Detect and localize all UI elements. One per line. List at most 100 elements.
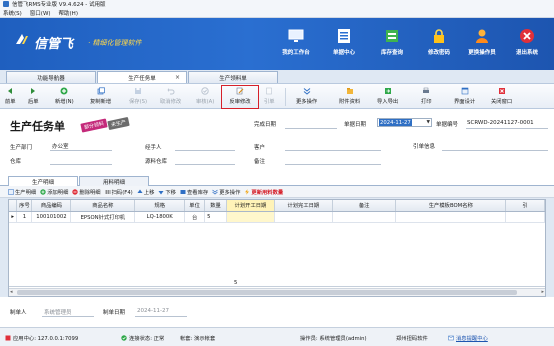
col-bom-name[interactable]: 生产模板BOM名称 bbox=[395, 200, 507, 212]
col-qty[interactable]: 数量 bbox=[204, 200, 228, 212]
print-button[interactable]: 打印 bbox=[421, 86, 432, 108]
col-plan-start[interactable]: 计划开工日期 bbox=[226, 200, 275, 212]
detail-grid[interactable]: 序号 商品编码 商品名称 规格 单位 数量 计划开工日期 计划完工日期 备注 生… bbox=[8, 199, 546, 297]
cell-name[interactable]: EPSON针式打印机 bbox=[70, 211, 136, 223]
workbench-button[interactable]: 我的工作台 bbox=[276, 22, 316, 66]
cell-spec[interactable]: LQ-1800K bbox=[134, 211, 186, 223]
tab-production-task[interactable]: 生产任务单 × bbox=[97, 71, 187, 83]
tab-material-detail[interactable]: 用料明细 bbox=[79, 176, 149, 186]
col-plan-finish[interactable]: 计划完工日期 bbox=[274, 200, 333, 212]
close-tab-icon[interactable]: × bbox=[175, 74, 180, 81]
ref-info-field[interactable] bbox=[442, 150, 548, 151]
doc-date-input[interactable]: 2024-11-27 ▼ bbox=[377, 118, 432, 127]
handler-field[interactable] bbox=[175, 150, 235, 151]
dept-field[interactable] bbox=[50, 150, 112, 151]
message-icon bbox=[448, 335, 454, 341]
production-detail-menu[interactable]: 生产明细 bbox=[8, 188, 36, 196]
scroll-left-icon[interactable]: ◂ bbox=[10, 289, 13, 295]
menubar: 系统(S) 窗口(W) 帮助(H) bbox=[0, 8, 554, 18]
scroll-right-icon[interactable]: ▸ bbox=[541, 289, 544, 295]
cell-bom-name[interactable] bbox=[395, 211, 507, 223]
prev-doc-button[interactable]: 前单 bbox=[5, 86, 16, 108]
source-warehouse-field[interactable] bbox=[175, 164, 235, 165]
cell-unit[interactable]: 台 bbox=[184, 211, 206, 223]
doc-no-field[interactable] bbox=[466, 128, 548, 129]
new-button[interactable]: 新增(N) bbox=[55, 86, 74, 108]
main-toolbar: 前单 后单 新增(N) 复制新增 保存(S) 取消修改 审核(A) 反审修改 引… bbox=[0, 83, 554, 109]
col-name[interactable]: 商品名称 bbox=[70, 200, 136, 212]
col-remark[interactable]: 备注 bbox=[332, 200, 397, 212]
detail-table: 序号 商品编码 商品名称 规格 单位 数量 计划开工日期 计划完工日期 备注 生… bbox=[9, 200, 545, 223]
app-icon bbox=[3, 1, 9, 7]
doc-date-value: 2024-11-27 bbox=[379, 119, 412, 126]
copy-icon bbox=[97, 87, 105, 95]
document-form: 生产任务单 部分领料 未生产 完成日期 单据日期 2024-11-27 ▼ 单据… bbox=[0, 109, 554, 174]
table-row[interactable]: ▸ 1 100101002 EPSON针式打印机 LQ-1800K 台 5 bbox=[9, 211, 545, 223]
remark-field[interactable] bbox=[285, 164, 381, 165]
col-ref[interactable]: 引 bbox=[505, 200, 545, 212]
close-window-button[interactable]: 关闭窗口 bbox=[491, 86, 512, 108]
move-down-button[interactable]: 下移 bbox=[158, 188, 176, 196]
lightning-icon bbox=[245, 188, 250, 195]
status-account: 帐套: 演示帐套 bbox=[180, 336, 216, 342]
move-up-icon bbox=[137, 189, 143, 193]
col-spec[interactable]: 规格 bbox=[134, 200, 186, 212]
stock-query-button[interactable]: 库存查询 bbox=[372, 22, 412, 66]
chevron-down-icon[interactable]: ▼ bbox=[427, 120, 430, 125]
unaudit-edit-button[interactable]: 反审修改 bbox=[221, 85, 259, 109]
audit-button[interactable]: 审核(A) bbox=[196, 86, 214, 108]
doc-center-button[interactable]: 单据中心 bbox=[324, 22, 364, 66]
save-button[interactable]: 保存(S) bbox=[129, 86, 147, 108]
customer-field[interactable] bbox=[285, 150, 381, 151]
add-row-icon bbox=[40, 188, 46, 195]
cell-ref[interactable] bbox=[505, 211, 545, 223]
ui-design-button[interactable]: 界面设计 bbox=[454, 86, 475, 108]
cell-code[interactable]: 100101002 bbox=[31, 211, 72, 223]
move-up-button[interactable]: 上移 bbox=[137, 188, 154, 196]
col-seq[interactable]: 序号 bbox=[16, 200, 33, 212]
next-doc-button[interactable]: 后单 bbox=[28, 86, 39, 108]
add-row-button[interactable]: 添加明细 bbox=[40, 188, 68, 196]
change-password-button[interactable]: 修改密码 bbox=[419, 22, 459, 66]
total-qty: 5 bbox=[234, 280, 238, 286]
page-title: 生产任务单 bbox=[10, 120, 65, 133]
edit-icon bbox=[236, 87, 244, 95]
tab-nav[interactable]: 功能导航器 bbox=[6, 71, 96, 83]
complete-date-field[interactable] bbox=[285, 128, 337, 129]
horizontal-scrollbar[interactable]: ◂ ▸ bbox=[9, 288, 545, 296]
doc-no-value: SCRWD-20241127-0001 bbox=[467, 120, 534, 126]
cell-plan-start[interactable] bbox=[226, 211, 275, 223]
col-code[interactable]: 商品编码 bbox=[31, 200, 72, 212]
col-unit[interactable]: 单位 bbox=[184, 200, 206, 212]
menu-help[interactable]: 帮助(H) bbox=[59, 9, 78, 17]
message-center-link[interactable]: 消息提醒中心 bbox=[448, 334, 488, 342]
reference-doc-button[interactable]: 引单 bbox=[264, 86, 275, 108]
scan-button[interactable]: 扫码(F4) bbox=[105, 188, 133, 196]
app-center-icon bbox=[5, 335, 11, 341]
attachment-button[interactable]: 附件资料 bbox=[339, 86, 360, 108]
scroll-thumb[interactable] bbox=[17, 290, 517, 295]
undo-icon bbox=[167, 88, 175, 95]
switch-operator-button[interactable]: 更换操作员 bbox=[462, 22, 502, 66]
delete-row-button[interactable]: 删除明细 bbox=[72, 188, 101, 196]
arrow-right-icon bbox=[31, 88, 36, 94]
document-list-icon bbox=[338, 29, 350, 43]
cell-plan-finish[interactable] bbox=[274, 211, 333, 223]
more-actions-button[interactable]: 更多操作 bbox=[296, 86, 317, 108]
grid-more-actions-button[interactable]: 更多操作 bbox=[212, 188, 240, 196]
cell-qty[interactable]: 5 bbox=[204, 211, 228, 223]
exit-system-button[interactable]: 退出系统 bbox=[507, 22, 547, 66]
import-export-button[interactable]: 导入导出 bbox=[377, 86, 398, 108]
status-stamp-unproduced: 未生产 bbox=[107, 116, 130, 131]
warehouse-field[interactable] bbox=[50, 164, 112, 165]
cell-remark[interactable] bbox=[332, 211, 397, 223]
menu-window[interactable]: 窗口(W) bbox=[30, 9, 51, 17]
copy-new-button[interactable]: 复制新增 bbox=[90, 86, 111, 108]
menu-system[interactable]: 系统(S) bbox=[3, 9, 22, 17]
update-material-qty-button[interactable]: 更新用料数量 bbox=[244, 188, 283, 196]
tab-production-pick[interactable]: 生产领料单 bbox=[188, 71, 278, 83]
doc-no-label: 单据编号 bbox=[436, 122, 459, 128]
view-stock-button[interactable]: 查看库存 bbox=[180, 188, 208, 196]
connection-ok-icon bbox=[121, 335, 127, 341]
cancel-edit-button[interactable]: 取消修改 bbox=[160, 86, 181, 108]
